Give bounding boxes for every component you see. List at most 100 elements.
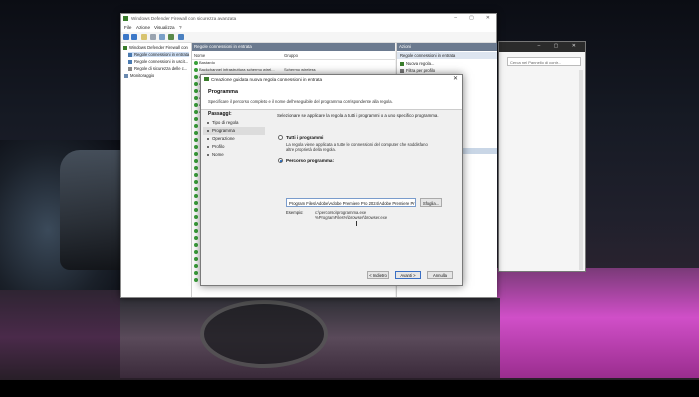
step-name[interactable]: Nome	[207, 152, 224, 157]
example-line: %ProgramFiles%\browser\browser.exe	[315, 215, 388, 220]
column-group[interactable]: Gruppo	[284, 53, 298, 58]
allow-rule-icon	[194, 208, 198, 212]
allow-rule-icon	[194, 250, 198, 254]
new-rule-action[interactable]: Nuova regola...	[400, 61, 434, 66]
column-headers: Nome Gruppo	[192, 52, 395, 60]
wizard-page-title: Programma	[208, 89, 238, 95]
wizard-header: Programma Specificare il percorso comple…	[201, 83, 462, 110]
rule-row[interactable]: Bastardo	[192, 60, 392, 66]
allow-rule-icon	[194, 131, 198, 135]
allow-rule-icon	[194, 145, 198, 149]
menu-view[interactable]: Visualizza	[154, 25, 175, 30]
allow-rule-icon	[194, 89, 198, 93]
control-panel-titlebar: – ▢ ✕	[499, 42, 585, 52]
panel-icon[interactable]	[178, 34, 184, 40]
examples-label: Esempio:	[286, 210, 304, 215]
allow-rule-icon	[194, 68, 198, 72]
new-rule-icon	[400, 61, 404, 66]
rule-group: Schermo wireless	[284, 67, 316, 72]
window-title: Windows Defender Firewall con sicurezza …	[131, 16, 237, 21]
properties-icon[interactable]	[150, 34, 156, 40]
titlebar: Windows Defender Firewall con sicurezza …	[121, 14, 496, 24]
allow-rule-icon	[194, 61, 198, 65]
allow-rule-icon	[194, 236, 198, 240]
menu-action[interactable]: Azione	[136, 25, 150, 30]
allow-rule-icon	[194, 152, 198, 156]
browse-button[interactable]: Sfoglia...	[420, 198, 442, 207]
allow-rule-icon	[194, 194, 198, 198]
allow-rule-icon	[194, 187, 198, 191]
step-rule-type[interactable]: Tipo di regola	[207, 120, 238, 125]
allow-rule-icon	[194, 215, 198, 219]
maximize-icon[interactable]: ▢	[469, 15, 474, 21]
window-controls[interactable]: – ▢ ✕	[442, 15, 490, 21]
allow-rule-icon	[194, 173, 198, 177]
window-controls[interactable]: – ▢ ✕	[538, 43, 582, 49]
toolbar	[121, 32, 496, 43]
close-icon[interactable]: ✕	[453, 75, 458, 82]
tree-root[interactable]: Windows Defender Firewall con	[123, 45, 188, 50]
wizard-titlebar: Creazione guidata nuova regola connessio…	[201, 75, 462, 83]
allow-rule-icon	[194, 229, 198, 233]
control-panel-window: – ▢ ✕ Cerca nel Pannello di contr...	[498, 41, 586, 272]
tree-outbound-rules[interactable]: Regole connessioni in uscit...	[128, 59, 188, 64]
step-profile[interactable]: Profilo	[207, 144, 224, 149]
actions-subheader[interactable]: Regole connessioni in entrata	[397, 52, 497, 59]
control-panel-search-input[interactable]: Cerca nel Pannello di contr...	[507, 57, 581, 66]
tree-connection-security[interactable]: Regole di sicurezza delle c...	[128, 66, 187, 71]
tree-inbound-rules[interactable]: Regole connessioni in entrata	[128, 52, 190, 57]
back-button[interactable]: < Indietro	[367, 271, 389, 279]
program-path-radio[interactable]	[278, 158, 283, 163]
back-icon[interactable]	[123, 34, 129, 40]
firewall-icon	[123, 16, 128, 21]
folder-icon[interactable]	[141, 34, 147, 40]
rules-icon	[128, 59, 132, 64]
allow-rule-icon	[194, 82, 198, 86]
program-path-input[interactable]: Program Files\Adobe\Adobe Premiere Pro 2…	[286, 198, 416, 207]
menu-help[interactable]: ?	[179, 25, 182, 30]
tree-monitoring[interactable]: Monitoraggio	[124, 73, 154, 78]
help-icon[interactable]	[168, 34, 174, 40]
cancel-button[interactable]: Annulla	[427, 271, 453, 279]
menu-file[interactable]: File	[124, 25, 131, 30]
wizard-page-subtitle: Specificare il percorso completo e il no…	[208, 99, 393, 104]
allow-rule-icon	[194, 166, 198, 170]
step-action[interactable]: Operazione	[207, 136, 235, 141]
wallpaper-neon-glow	[495, 268, 699, 378]
scrollbar[interactable]	[579, 70, 583, 270]
allow-rule-icon	[194, 243, 198, 247]
next-button[interactable]: Avanti >	[395, 271, 421, 279]
security-icon	[128, 66, 132, 71]
rule-name: Bastardo	[199, 60, 216, 65]
minimize-icon[interactable]: –	[454, 15, 457, 21]
mouse-cursor	[356, 221, 360, 226]
refresh-icon[interactable]	[159, 34, 165, 40]
new-rule-wizard: Creazione guidata nuova regola connessio…	[200, 74, 463, 286]
wizard-title: Creazione guidata nuova regola connessio…	[211, 76, 323, 82]
column-name[interactable]: Nome	[194, 53, 205, 58]
allow-rule-icon	[194, 96, 198, 100]
allow-rule-icon	[194, 271, 198, 275]
firewall-icon	[204, 77, 209, 81]
rule-row[interactable]: Backchannel infrastruttura schermo wirel…	[192, 67, 392, 73]
all-programs-label[interactable]: Tutti i programmi	[286, 135, 323, 140]
actions-header: Azioni	[397, 43, 497, 51]
close-icon[interactable]: ✕	[486, 15, 490, 21]
wallpaper-wheel	[200, 300, 328, 368]
menu-bar: File Azione Visualizza ?	[121, 24, 496, 32]
monitor-icon	[124, 73, 128, 78]
allow-rule-icon	[194, 117, 198, 121]
step-program[interactable]: Programma	[207, 128, 235, 133]
firewall-icon	[123, 45, 127, 50]
allow-rule-icon	[194, 201, 198, 205]
program-path-label[interactable]: Percorso programma:	[286, 158, 334, 163]
rule-name: Backchannel infrastruttura schermo wirel…	[199, 67, 275, 72]
letterbox-bar	[0, 380, 699, 397]
allow-rule-icon	[194, 138, 198, 142]
filter-profile-action[interactable]: Filtra per profilo	[400, 68, 435, 73]
allow-rule-icon	[194, 124, 198, 128]
allow-rule-icon	[194, 180, 198, 184]
allow-rule-icon	[194, 75, 198, 79]
all-programs-radio[interactable]	[278, 135, 283, 140]
forward-icon[interactable]	[131, 34, 137, 40]
